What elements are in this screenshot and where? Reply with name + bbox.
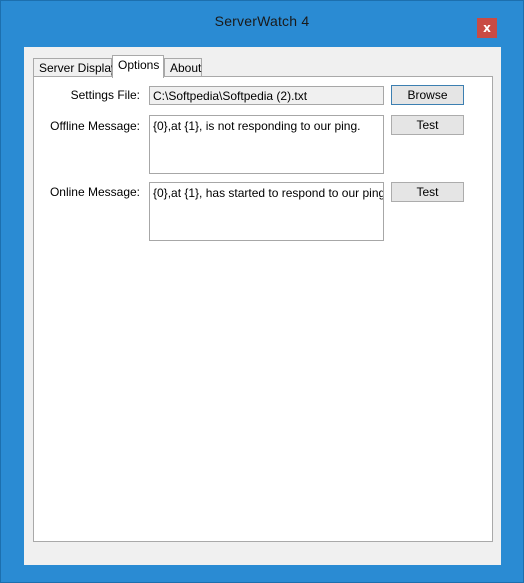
online-message-field[interactable]: {0},at {1}, has started to respond to ou…: [149, 182, 384, 241]
tab-options[interactable]: Options: [112, 55, 164, 78]
tab-server-display[interactable]: Server Display: [33, 58, 117, 77]
tab-about[interactable]: About: [164, 58, 202, 77]
online-message-label: Online Message:: [49, 185, 140, 199]
options-panel: Settings File: C:\Softpedia\Softpedia (2…: [33, 76, 493, 542]
app-window: ServerWatch 4 x Server Display Options A…: [0, 0, 524, 583]
browse-button[interactable]: Browse: [391, 85, 464, 105]
offline-test-button[interactable]: Test: [391, 115, 464, 135]
settings-file-field[interactable]: C:\Softpedia\Softpedia (2).txt: [149, 86, 384, 105]
offline-message-label: Offline Message:: [50, 119, 140, 133]
client-area: Server Display Options About Settings Fi…: [24, 47, 501, 565]
window-title: ServerWatch 4: [214, 13, 310, 29]
close-icon: x: [483, 21, 491, 35]
offline-message-field[interactable]: {0},at {1}, is not responding to our pin…: [149, 115, 384, 174]
title-bar[interactable]: ServerWatch 4 x: [1, 1, 523, 41]
close-button[interactable]: x: [477, 18, 497, 38]
online-test-button[interactable]: Test: [391, 182, 464, 202]
settings-file-label: Settings File:: [70, 88, 140, 102]
